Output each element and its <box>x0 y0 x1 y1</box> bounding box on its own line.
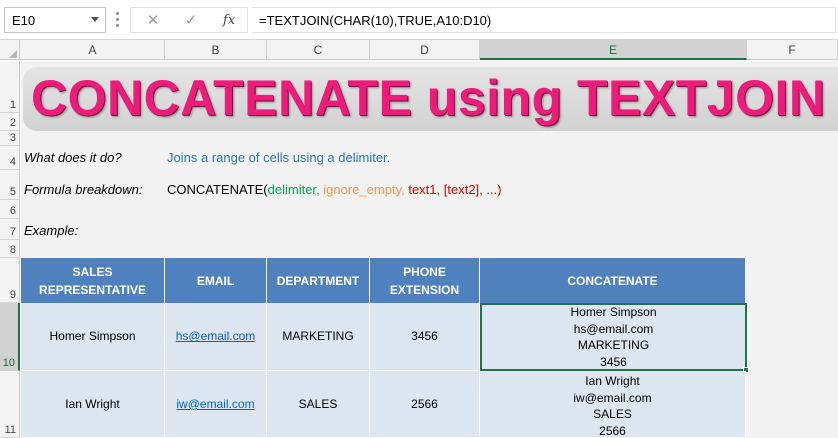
concat-line: 3456 <box>600 354 627 369</box>
formula-input[interactable]: =TEXTJOIN(CHAR(10),TRUE,A10:D10) <box>252 7 836 33</box>
header-sales-representative[interactable]: SALES REPRESENTATIVE <box>21 258 165 303</box>
column-header-f[interactable]: F <box>747 40 838 60</box>
breakdown-text1: text1 <box>408 182 437 197</box>
formula-breakdown: CONCATENATE(delimiter, ignore_empty, tex… <box>167 182 502 197</box>
column-header-a[interactable]: A <box>21 40 165 60</box>
breakdown-rest: , ...) <box>479 182 502 197</box>
header-phone-extension[interactable]: PHONE EXTENSION <box>370 258 480 303</box>
title-banner: CONCATENATE using TEXTJOIN <box>23 67 838 131</box>
breakdown-text2: [text2] <box>443 182 480 197</box>
breakdown-label: Formula breakdown: <box>24 182 143 197</box>
cell-concatenate[interactable]: Ian Wright iw@email.com SALES 2566 <box>480 371 746 438</box>
cell-email[interactable]: hs@email.com <box>165 303 267 371</box>
header-concatenate[interactable]: CONCATENATE <box>480 258 746 303</box>
row-header-9[interactable]: 9 <box>0 258 20 303</box>
what-label: What does it do? <box>24 150 122 165</box>
cell-department[interactable]: MARKETING <box>267 303 370 371</box>
row-header-1[interactable]: 1 <box>0 61 20 113</box>
cell-department[interactable]: SALES <box>267 371 370 438</box>
row-header-6[interactable]: 6 <box>0 200 20 219</box>
email-link[interactable]: hs@email.com <box>176 328 256 345</box>
row-header-7[interactable]: 7 <box>0 219 20 240</box>
concat-line: Homer Simpson <box>570 305 657 319</box>
concat-line: hs@email.com <box>573 321 654 336</box>
formula-bar: E10 ✕ ✓ fx =TEXTJOIN(CHAR(10),TRUE,A10:D… <box>0 0 838 40</box>
concat-line: MARKETING <box>577 338 650 352</box>
name-box-value: E10 <box>12 13 36 28</box>
breakdown-ignore-empty: ignore_empty <box>323 182 402 197</box>
concat-line: Ian Wright <box>585 374 640 388</box>
worksheet[interactable]: CONCATENATE using TEXTJOIN What does it … <box>21 61 838 438</box>
row-header-11[interactable]: 11 <box>0 371 20 438</box>
column-header-d[interactable]: D <box>370 40 480 60</box>
concat-line: SALES <box>593 407 632 421</box>
cell-concatenate-selected[interactable]: Homer Simpson hs@email.com MARKETING 345… <box>480 303 747 371</box>
row-header-10[interactable]: 10 <box>0 303 20 371</box>
header-line: PHONE <box>403 264 446 279</box>
name-box[interactable]: E10 <box>4 7 106 33</box>
header-line: SALES <box>72 264 113 279</box>
breakdown-function: CONCATENATE( <box>167 182 268 197</box>
breakdown-separator: , <box>436 182 444 197</box>
formula-bar-buttons: ✕ ✓ fx <box>130 7 248 33</box>
cell-rep[interactable]: Homer Simpson <box>21 303 165 371</box>
what-value: Joins a range of cells using a delimiter… <box>167 150 391 165</box>
column-headers: A B C D E F <box>0 40 838 60</box>
formula-text: =TEXTJOIN(CHAR(10),TRUE,A10:D10) <box>259 13 492 28</box>
column-header-c[interactable]: C <box>267 40 370 60</box>
enter-icon[interactable]: ✓ <box>181 11 201 31</box>
header-email[interactable]: EMAIL <box>165 258 267 303</box>
formula-bar-grip-icon[interactable] <box>116 12 120 28</box>
row-header-5[interactable]: 5 <box>0 170 20 200</box>
row-header-3[interactable]: 3 <box>0 131 20 146</box>
header-line: EXTENSION <box>389 282 460 297</box>
cell-rep[interactable]: Ian Wright <box>21 371 165 438</box>
row-header-8[interactable]: 8 <box>0 240 20 258</box>
concat-line: iw@email.com <box>573 390 652 405</box>
insert-function-button[interactable]: fx <box>219 11 239 31</box>
example-label: Example: <box>24 223 79 238</box>
cell-phone[interactable]: 2566 <box>370 371 480 438</box>
cell-phone[interactable]: 3456 <box>370 303 480 371</box>
row-header-2[interactable]: 2 <box>0 113 20 131</box>
header-department[interactable]: DEPARTMENT <box>267 258 370 303</box>
chevron-down-icon[interactable] <box>91 17 99 22</box>
header-line: REPRESENTATIVE <box>39 282 146 297</box>
column-header-b[interactable]: B <box>165 40 267 60</box>
select-all-button[interactable] <box>0 40 20 60</box>
cancel-icon[interactable]: ✕ <box>143 11 163 31</box>
concat-line: 2566 <box>599 423 626 438</box>
row-header-4[interactable]: 4 <box>0 146 20 170</box>
cell-email[interactable]: iw@email.com <box>165 371 267 438</box>
page-title: CONCATENATE using TEXTJOIN <box>31 70 826 126</box>
email-link[interactable]: iw@email.com <box>176 396 254 413</box>
breakdown-delimiter: delimiter <box>267 182 317 197</box>
column-header-e[interactable]: E <box>480 40 747 60</box>
